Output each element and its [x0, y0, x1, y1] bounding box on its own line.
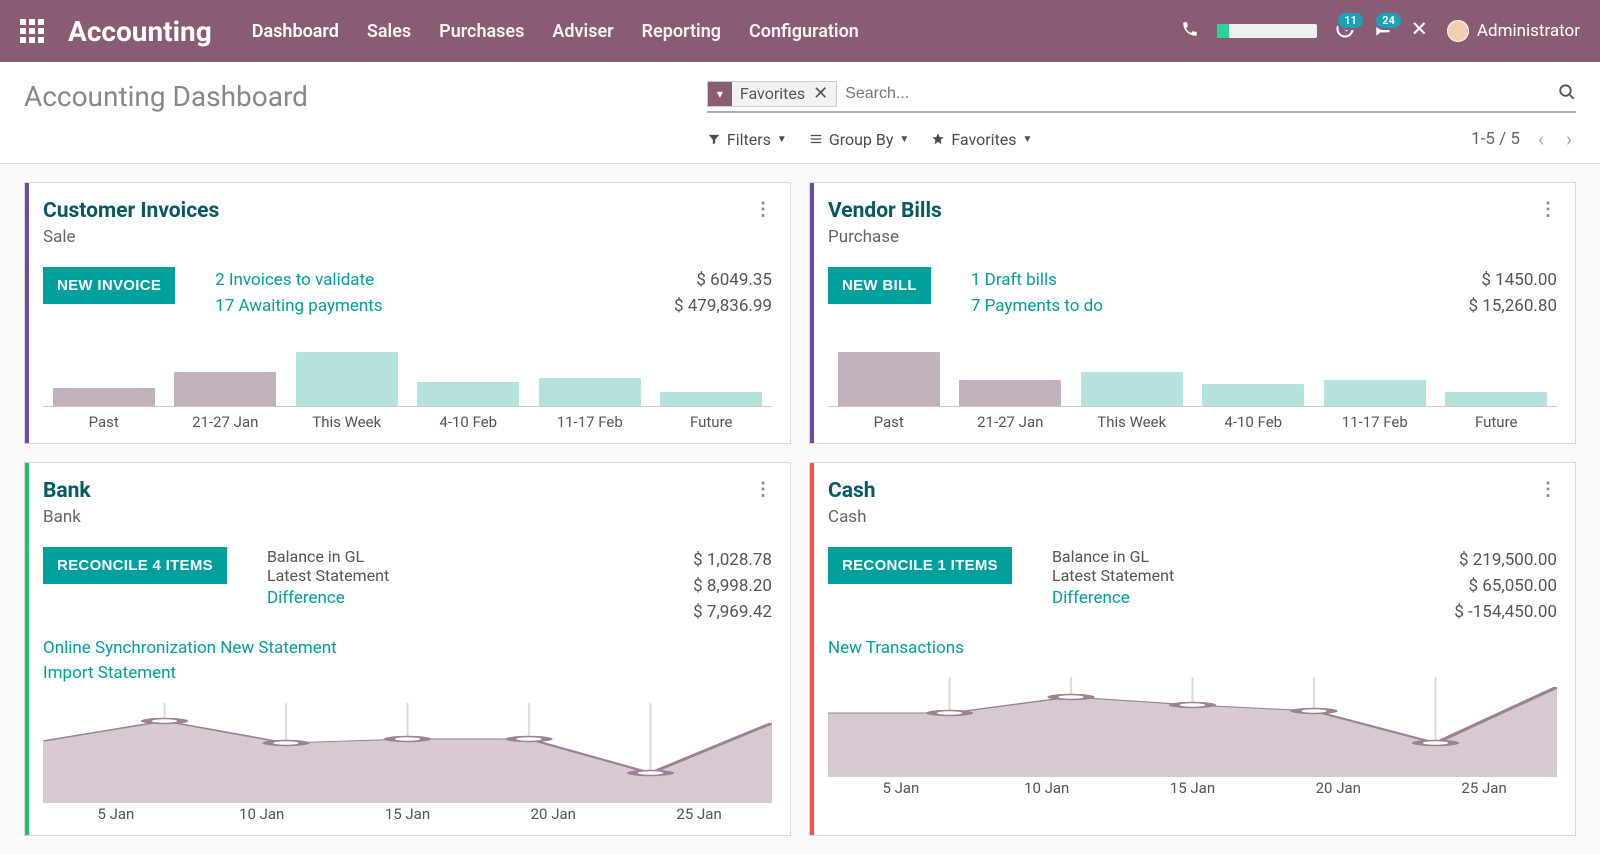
kanban-board: Customer Invoices Sale ⋮ NEW INVOICE 2 I… [0, 164, 1600, 854]
search-tag-favorites: ▾ Favorites ✕ [707, 81, 837, 107]
menu-adviser[interactable]: Adviser [552, 21, 613, 42]
link-awaiting-payments[interactable]: 17 Awaiting payments [215, 293, 622, 319]
caret-down-icon: ▼ [1023, 134, 1033, 145]
filters-button[interactable]: Filters ▼ [707, 130, 787, 149]
messages-icon[interactable]: 24 [1373, 19, 1393, 43]
card-title[interactable]: Customer Invoices [43, 199, 219, 223]
menu-configuration[interactable]: Configuration [749, 21, 859, 42]
new-invoice-button[interactable]: NEW INVOICE [43, 267, 175, 304]
user-name: Administrator [1477, 21, 1580, 41]
search-icon[interactable] [1558, 82, 1576, 106]
avatar-icon [1447, 20, 1469, 42]
card-customer-invoices: Customer Invoices Sale ⋮ NEW INVOICE 2 I… [24, 182, 791, 444]
favorites-button[interactable]: Favorites ▼ [931, 130, 1032, 149]
progress-bar[interactable] [1217, 24, 1317, 38]
card-subtitle: Purchase [828, 227, 942, 247]
funnel-icon: ▾ [708, 82, 732, 106]
amount-draft: $ 1450.00 [1407, 267, 1557, 293]
amount-balance-gl: $ 219,500.00 [1407, 547, 1557, 573]
card-bank: Bank Bank ⋮ RECONCILE 4 ITEMS Balance in… [24, 462, 791, 836]
amount-latest-statement: $ 65,050.00 [1407, 573, 1557, 599]
card-accent [25, 463, 29, 835]
link-payments-to-do[interactable]: 7 Payments to do [971, 293, 1407, 319]
label-latest-statement: Latest Statement [1052, 566, 1407, 585]
groupby-button[interactable]: Group By ▼ [809, 130, 910, 149]
activity-badge: 11 [1336, 11, 1365, 30]
search-input[interactable] [837, 81, 1558, 107]
card-subtitle: Cash [828, 507, 876, 527]
label-balance-gl: Balance in GL [267, 547, 622, 566]
pager-count: 1-5 / 5 [1471, 129, 1520, 149]
tag-close-icon[interactable]: ✕ [813, 83, 836, 104]
top-nav: Accounting Dashboard Sales Purchases Adv… [0, 0, 1600, 62]
amount-balance-gl: $ 1,028.78 [622, 547, 772, 573]
card-subtitle: Sale [43, 227, 219, 247]
link-draft-bills[interactable]: 1 Draft bills [971, 267, 1407, 293]
brand-title: Accounting [68, 15, 212, 48]
apps-icon[interactable] [20, 19, 44, 43]
amount-latest-statement: $ 8,998.20 [622, 573, 772, 599]
pager-next-icon[interactable]: › [1562, 127, 1576, 151]
pager-prev-icon[interactable]: ‹ [1534, 127, 1548, 151]
main-menu: Dashboard Sales Purchases Adviser Report… [252, 21, 859, 42]
amount-awaiting: $ 479,836.99 [622, 293, 772, 319]
link-difference[interactable]: Difference [267, 585, 622, 611]
amount-to-validate: $ 6049.35 [622, 267, 772, 293]
card-title[interactable]: Vendor Bills [828, 199, 942, 223]
tag-label: Favorites [732, 84, 813, 103]
search-bar[interactable]: ▾ Favorites ✕ [707, 81, 1576, 113]
card-title[interactable]: Bank [43, 479, 91, 503]
menu-reporting[interactable]: Reporting [642, 21, 721, 42]
control-panel: Accounting Dashboard ▾ Favorites ✕ Filte… [0, 62, 1600, 164]
caret-down-icon: ▼ [777, 134, 787, 145]
page-title: Accounting Dashboard [24, 80, 308, 113]
card-vendor-bills: Vendor Bills Purchase ⋮ NEW BILL 1 Draft… [809, 182, 1576, 444]
card-title[interactable]: Cash [828, 479, 876, 503]
reconcile-bank-button[interactable]: RECONCILE 4 ITEMS [43, 547, 227, 584]
messages-badge: 24 [1374, 11, 1403, 30]
settings-icon[interactable] [1411, 20, 1429, 42]
phone-icon[interactable] [1181, 20, 1199, 42]
menu-dashboard[interactable]: Dashboard [252, 21, 339, 42]
card-more-icon[interactable]: ⋮ [1539, 479, 1557, 527]
line-chart-cash: 5 Jan10 Jan15 Jan20 Jan25 Jan [828, 677, 1557, 809]
amount-payments: $ 15,260.80 [1407, 293, 1557, 319]
link-new-transactions[interactable]: New Transactions [828, 638, 964, 658]
link-difference[interactable]: Difference [1052, 585, 1407, 611]
link-online-sync[interactable]: Online Synchronization New Statement [43, 638, 337, 658]
new-bill-button[interactable]: NEW BILL [828, 267, 931, 304]
activity-icon[interactable]: 11 [1335, 19, 1355, 43]
card-more-icon[interactable]: ⋮ [754, 479, 772, 527]
caret-down-icon: ▼ [899, 134, 909, 145]
line-chart-bank: 5 Jan10 Jan15 Jan20 Jan25 Jan [43, 703, 772, 835]
card-accent [810, 183, 814, 443]
link-invoices-to-validate[interactable]: 2 Invoices to validate [215, 267, 622, 293]
card-subtitle: Bank [43, 507, 91, 527]
nav-right: 11 24 Administrator [1181, 19, 1580, 43]
user-menu[interactable]: Administrator [1447, 20, 1580, 42]
card-accent [25, 183, 29, 443]
bar-chart-customer-invoices: Past21-27 JanThis Week4-10 Feb11-17 FebF… [43, 334, 772, 443]
reconcile-cash-button[interactable]: RECONCILE 1 ITEMS [828, 547, 1012, 584]
card-cash: Cash Cash ⋮ RECONCILE 1 ITEMS Balance in… [809, 462, 1576, 836]
label-balance-gl: Balance in GL [1052, 547, 1407, 566]
amount-difference: $ -154,450.00 [1407, 599, 1557, 625]
card-accent [810, 463, 814, 835]
menu-sales[interactable]: Sales [367, 21, 411, 42]
label-latest-statement: Latest Statement [267, 566, 622, 585]
menu-purchases[interactable]: Purchases [439, 21, 524, 42]
card-more-icon[interactable]: ⋮ [1539, 199, 1557, 247]
link-import-statement[interactable]: Import Statement [43, 663, 176, 683]
amount-difference: $ 7,969.42 [622, 599, 772, 625]
card-more-icon[interactable]: ⋮ [754, 199, 772, 247]
bar-chart-vendor-bills: Past21-27 JanThis Week4-10 Feb11-17 FebF… [828, 334, 1557, 443]
